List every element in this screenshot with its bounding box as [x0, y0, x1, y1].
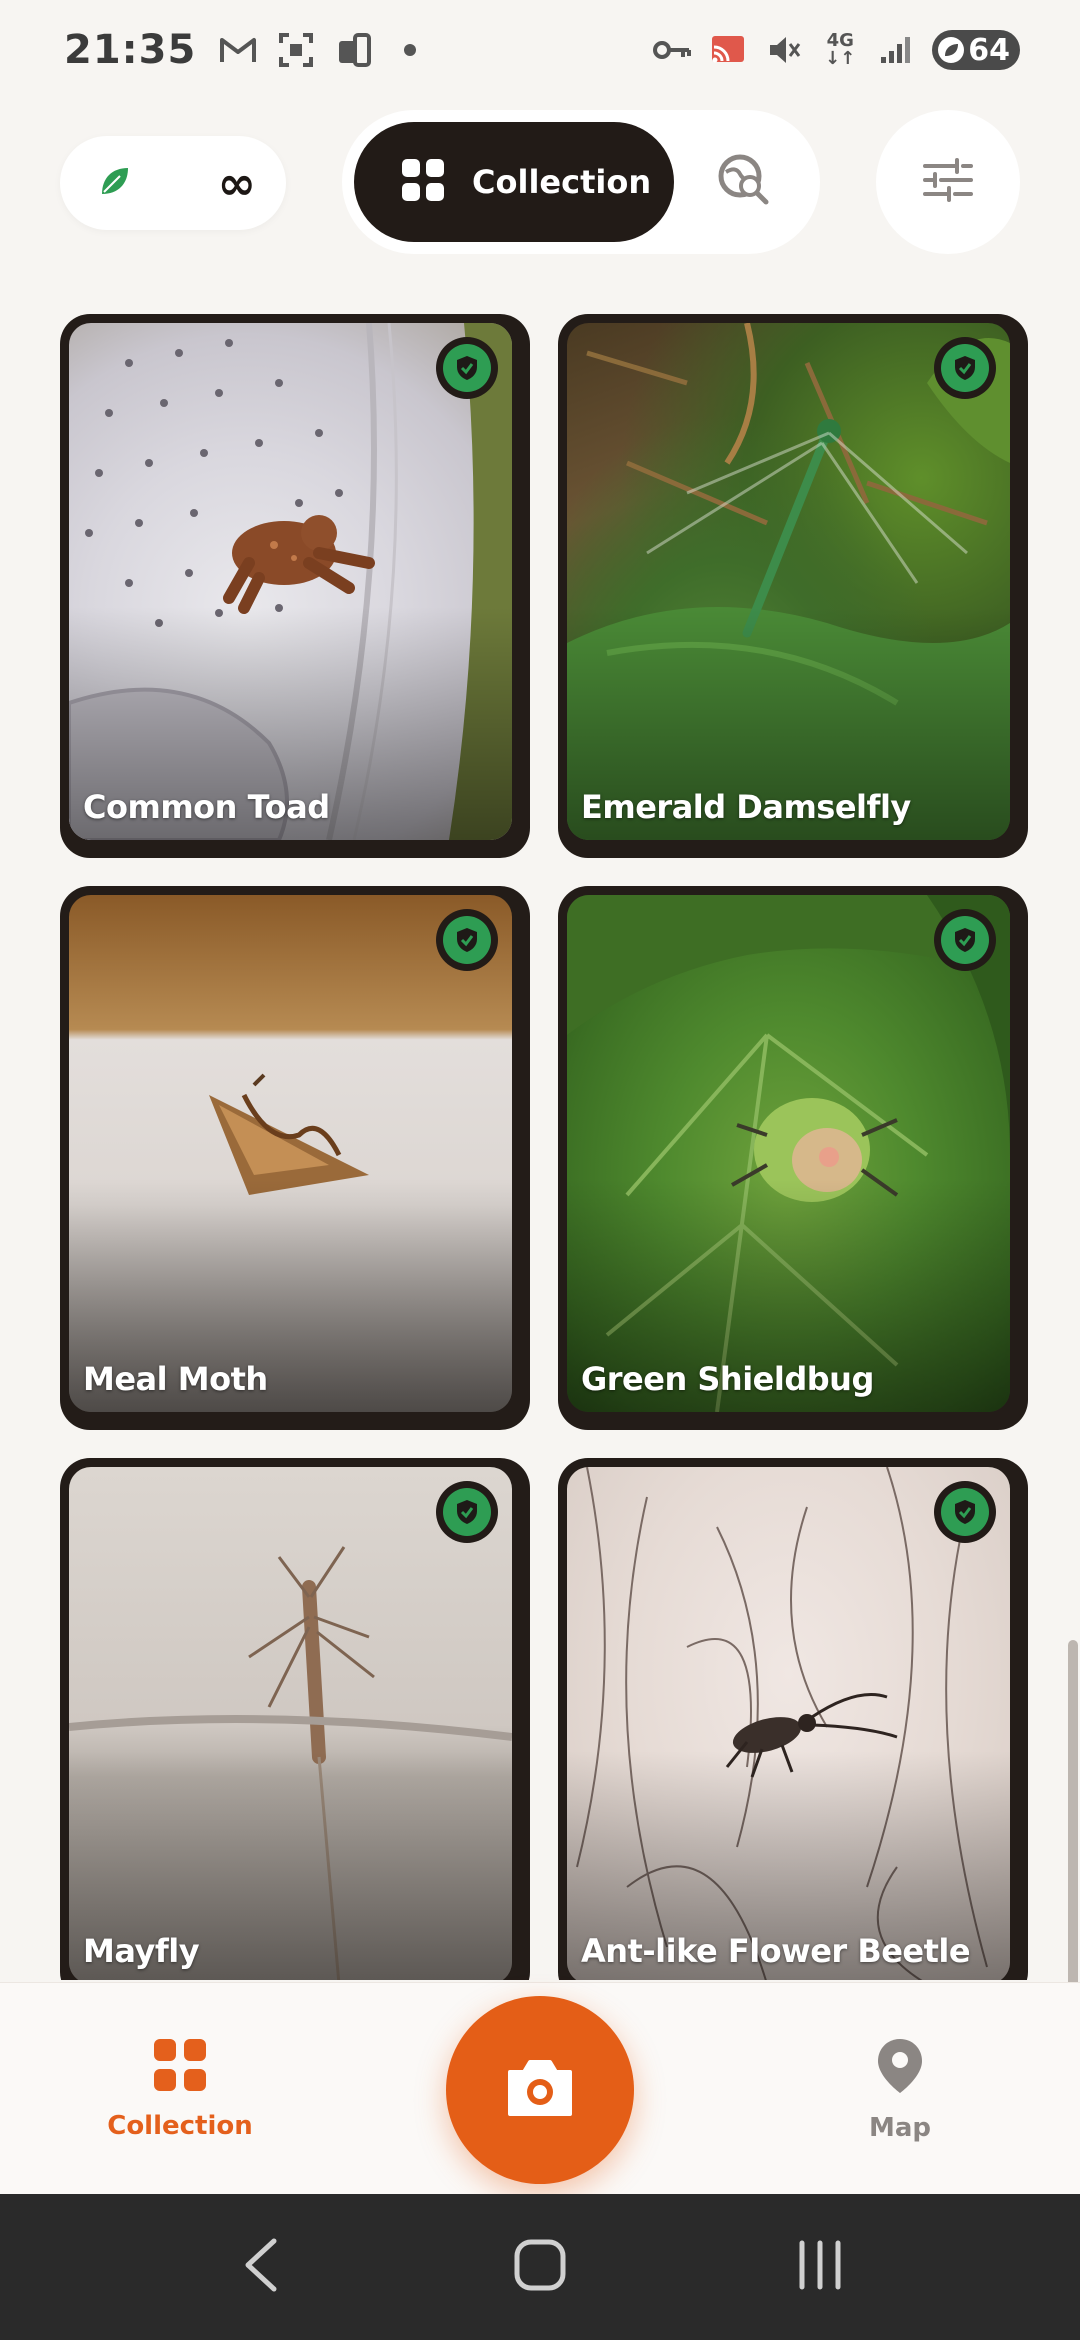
camera-button[interactable] [446, 1996, 634, 2184]
system-recents-button[interactable] [760, 2217, 880, 2317]
verified-badge [934, 1481, 996, 1543]
verified-badge [934, 909, 996, 971]
nav-map[interactable]: Map [800, 2037, 1000, 2143]
species-name: Meal Moth [83, 1360, 268, 1398]
grid-icon [400, 157, 446, 207]
sliders-icon [923, 158, 973, 206]
species-name: Emerald Damselfly [581, 788, 911, 826]
species-name: Green Shieldbug [581, 1360, 874, 1398]
species-card[interactable]: Mayfly [60, 1458, 530, 1980]
species-name: Ant-like Flower Beetle [581, 1932, 971, 1970]
system-nav-bar [0, 2194, 1080, 2340]
species-name: Mayfly [83, 1932, 200, 1970]
species-card[interactable]: Common Toad [60, 314, 530, 858]
nav-collection[interactable]: Collection [80, 2037, 280, 2141]
species-photo: Meal Moth [69, 895, 512, 1412]
species-card[interactable]: Meal Moth [60, 886, 530, 1430]
leaf-icon [98, 164, 132, 202]
grid-icon [152, 2037, 208, 2097]
map-search-icon [716, 152, 772, 212]
species-photo: Ant-like Flower Beetle [567, 1467, 1010, 1980]
shield-check-icon [941, 916, 989, 964]
shield-check-icon [443, 1488, 491, 1536]
shield-check-icon [941, 1488, 989, 1536]
streak-value: ∞ [217, 156, 256, 210]
verified-badge [436, 909, 498, 971]
species-photo: Emerald Damselfly [567, 323, 1010, 840]
top-toolbar: ∞ Collection [0, 110, 1080, 260]
verified-badge [934, 337, 996, 399]
tab-collection-label: Collection [472, 163, 652, 201]
app-screen: 21:35 4G ↓↑ 64 Common Toad Emerald Damse… [0, 0, 1080, 2340]
tab-explore[interactable] [708, 146, 780, 218]
system-back-button[interactable] [200, 2217, 320, 2317]
species-photo: Common Toad [69, 323, 512, 840]
verified-badge [436, 1481, 498, 1543]
nav-collection-label: Collection [107, 2111, 253, 2141]
species-photo: Green Shieldbug [567, 895, 1010, 1412]
tab-collection[interactable]: Collection [354, 122, 674, 242]
home-square-icon [514, 2239, 566, 2295]
system-home-button[interactable] [480, 2217, 600, 2317]
species-photo: Mayfly [69, 1467, 512, 1980]
recents-icon [796, 2240, 844, 2294]
verified-badge [436, 337, 498, 399]
back-chevron-icon [240, 2237, 280, 2297]
view-switcher: Collection [342, 110, 820, 254]
nav-map-label: Map [868, 2113, 932, 2143]
species-name: Common Toad [83, 788, 330, 826]
filter-button[interactable] [876, 110, 1020, 254]
map-pin-icon [875, 2037, 925, 2099]
species-card[interactable]: Green Shieldbug [558, 886, 1028, 1430]
camera-icon [504, 2058, 576, 2122]
streak-pill[interactable]: ∞ [60, 136, 286, 230]
species-card[interactable]: Ant-like Flower Beetle [558, 1458, 1028, 1980]
shield-check-icon [443, 344, 491, 392]
shield-check-icon [443, 916, 491, 964]
collection-grid: Common Toad Emerald Damselfly Meal Moth … [0, 0, 1080, 1980]
shield-check-icon [941, 344, 989, 392]
species-card[interactable]: Emerald Damselfly [558, 314, 1028, 858]
